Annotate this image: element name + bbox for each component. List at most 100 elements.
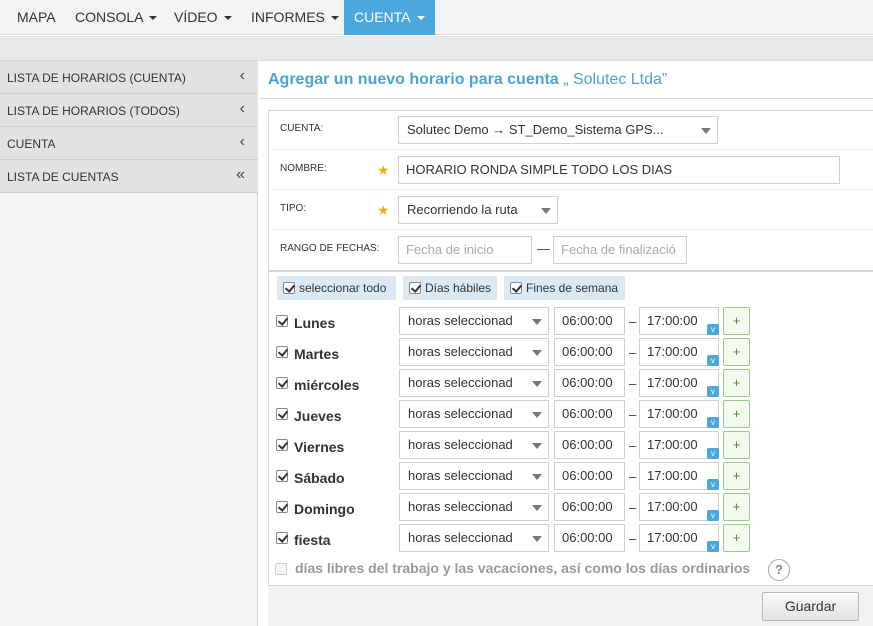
day-row: miércoles horas seleccionad 06:00:00 – 1… xyxy=(268,368,873,399)
checkbox-checked-icon[interactable] xyxy=(276,315,288,327)
tipo-label: TIPO: xyxy=(280,203,307,214)
page-title: Agregar un nuevo horario para cuenta „ S… xyxy=(268,71,668,88)
mode-select[interactable]: horas seleccionad xyxy=(399,462,549,490)
add-interval-button[interactable]: + xyxy=(723,493,750,521)
mode-select[interactable]: horas seleccionad xyxy=(399,431,549,459)
v-badge-icon[interactable]: v xyxy=(707,479,719,490)
add-interval-button[interactable]: + xyxy=(723,524,750,552)
checkbox-checked-icon[interactable] xyxy=(276,439,288,451)
mode-select[interactable]: horas seleccionad xyxy=(399,369,549,397)
mode-select[interactable]: horas seleccionad xyxy=(399,400,549,428)
v-badge-icon[interactable]: v xyxy=(707,324,719,335)
sidebar-item-cuenta[interactable]: CUENTA ‹ xyxy=(0,127,258,160)
nav-mapa[interactable]: MAPA xyxy=(17,0,56,35)
time-dash: – xyxy=(629,345,637,360)
checkbox-checked-icon[interactable] xyxy=(510,282,522,294)
top-nav: MAPA CONSOLA VÍDEO INFORMES CUENTA xyxy=(0,0,873,35)
time-dash: – xyxy=(629,531,637,546)
start-time-input[interactable]: 06:00:00 xyxy=(554,524,625,552)
day-row: fiesta horas seleccionad 06:00:00 – 17:0… xyxy=(268,523,873,554)
dropdown-arrow-icon xyxy=(532,381,542,387)
checkbox-checked-icon[interactable] xyxy=(276,470,288,482)
tipo-select[interactable]: Recorriendo la ruta xyxy=(398,196,558,224)
mode-select[interactable]: horas seleccionad xyxy=(399,338,549,366)
checkbox-checked-icon[interactable] xyxy=(276,346,288,358)
time-dash: – xyxy=(629,469,637,484)
help-icon[interactable]: ? xyxy=(768,559,790,581)
required-star-icon: ★ xyxy=(377,162,390,178)
nav-video[interactable]: VÍDEO xyxy=(174,0,232,35)
nav-consola[interactable]: CONSOLA xyxy=(75,0,158,35)
cuenta-select[interactable]: Solutec Demo → ST_Demo_Sistema GPS... xyxy=(398,116,718,144)
fecha-inicio-input[interactable]: Fecha de inicio xyxy=(398,236,532,264)
add-interval-button[interactable]: + xyxy=(723,462,750,490)
save-button[interactable]: Guardar xyxy=(762,592,859,621)
start-time-input[interactable]: 06:00:00 xyxy=(554,307,625,335)
add-interval-button[interactable]: + xyxy=(723,307,750,335)
nombre-label: NOMBRE: xyxy=(280,163,327,174)
divider xyxy=(268,189,873,190)
add-interval-button[interactable]: + xyxy=(723,338,750,366)
add-interval-button[interactable]: + xyxy=(723,400,750,428)
start-time-input[interactable]: 06:00:00 xyxy=(554,338,625,366)
sidebar-item-horarios-cuenta[interactable]: LISTA DE HORARIOS (CUENTA) ‹ xyxy=(0,61,258,94)
rango-fechas-label: RANGO DE FECHAS: xyxy=(280,243,380,254)
checkbox-checked-icon[interactable] xyxy=(276,532,288,544)
dropdown-arrow-icon xyxy=(532,319,542,325)
mode-select[interactable]: horas seleccionad xyxy=(399,493,549,521)
time-dash: – xyxy=(629,407,637,422)
caret-down-icon xyxy=(416,16,425,21)
add-interval-button[interactable]: + xyxy=(723,431,750,459)
dropdown-arrow-icon xyxy=(532,474,542,480)
chevron-left-icon: ‹ xyxy=(239,67,245,84)
start-time-input[interactable]: 06:00:00 xyxy=(554,462,625,490)
nav-cuenta[interactable]: CUENTA xyxy=(344,0,435,35)
v-badge-icon[interactable]: v xyxy=(707,510,719,521)
nav-informes[interactable]: INFORMES xyxy=(251,0,339,35)
checkbox-checked-icon[interactable] xyxy=(409,282,421,294)
divider xyxy=(268,270,873,272)
fecha-fin-input[interactable]: Fecha de finalizació xyxy=(553,236,687,264)
day-row: Viernes horas seleccionad 06:00:00 – 17:… xyxy=(268,430,873,461)
start-time-input[interactable]: 06:00:00 xyxy=(554,493,625,521)
select-all-chip[interactable]: seleccionar todo xyxy=(277,276,396,300)
time-dash: – xyxy=(629,376,637,391)
dropdown-arrow-icon xyxy=(541,208,551,214)
checkbox-checked-icon[interactable] xyxy=(276,377,288,389)
v-badge-icon[interactable]: v xyxy=(707,541,719,552)
mode-select[interactable]: horas seleccionad xyxy=(399,307,549,335)
start-time-input[interactable]: 06:00:00 xyxy=(554,431,625,459)
weekends-chip[interactable]: Fines de semana xyxy=(504,276,625,300)
day-row: Sábado horas seleccionad 06:00:00 – 17:0… xyxy=(268,461,873,492)
dropdown-arrow-icon xyxy=(532,412,542,418)
day-row: Lunes horas seleccionad 06:00:00 – 17:00… xyxy=(268,306,873,337)
mode-select[interactable]: horas seleccionad xyxy=(399,524,549,552)
weekdays-chip[interactable]: Días hábiles xyxy=(403,276,497,300)
dropdown-arrow-icon xyxy=(532,443,542,449)
checkbox-unchecked-icon[interactable] xyxy=(275,563,287,575)
start-time-input[interactable]: 06:00:00 xyxy=(554,369,625,397)
sidebar-item-horarios-todos[interactable]: LISTA DE HORARIOS (TODOS) ‹ xyxy=(0,94,258,127)
checkbox-checked-icon[interactable] xyxy=(283,282,295,294)
caret-down-icon xyxy=(223,16,232,21)
dropdown-arrow-icon xyxy=(532,505,542,511)
v-badge-icon[interactable]: v xyxy=(707,386,719,397)
chevron-left-icon: ‹ xyxy=(239,100,245,117)
time-dash: – xyxy=(629,314,637,329)
range-dash: — xyxy=(537,241,550,256)
caret-down-icon xyxy=(149,16,158,21)
nombre-input[interactable]: HORARIO RONDA SIMPLE TODO LOS DIAS xyxy=(398,156,840,184)
v-badge-icon[interactable]: v xyxy=(707,448,719,459)
v-badge-icon[interactable]: v xyxy=(707,417,719,428)
checkbox-checked-icon[interactable] xyxy=(276,501,288,513)
divider xyxy=(268,229,873,230)
checkbox-checked-icon[interactable] xyxy=(276,408,288,420)
sidebar-item-lista-cuentas[interactable]: LISTA DE CUENTAS « xyxy=(0,160,258,193)
v-badge-icon[interactable]: v xyxy=(707,355,719,366)
start-time-input[interactable]: 06:00:00 xyxy=(554,400,625,428)
add-interval-button[interactable]: + xyxy=(723,369,750,397)
double-chevron-left-icon: « xyxy=(236,166,245,183)
dropdown-arrow-icon xyxy=(532,350,542,356)
day-row: Jueves horas seleccionad 06:00:00 – 17:0… xyxy=(268,399,873,430)
day-row: Martes horas seleccionad 06:00:00 – 17:0… xyxy=(268,337,873,368)
